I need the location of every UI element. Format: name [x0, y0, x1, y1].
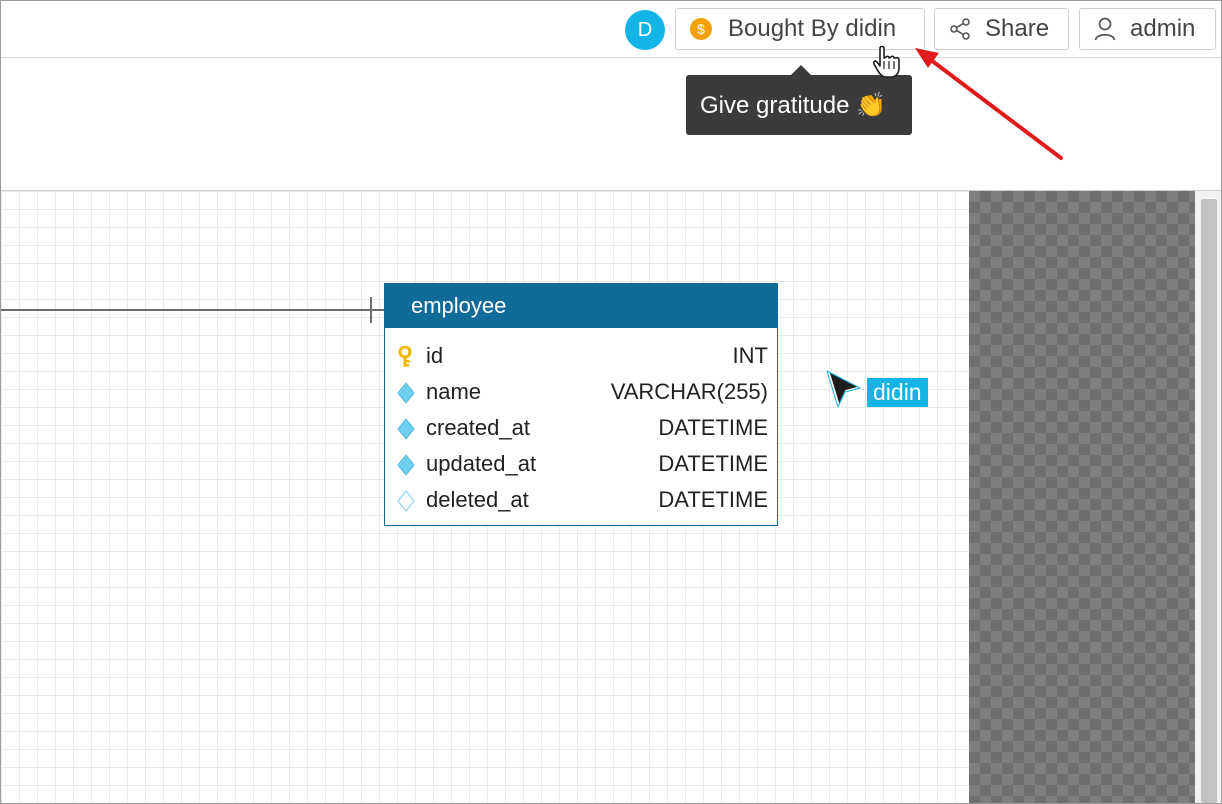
field-name: updated_at [426, 451, 537, 476]
share-icon [950, 18, 970, 40]
field-type: DATETIME [658, 487, 768, 512]
field-name: deleted_at [426, 487, 529, 512]
field-type: DATETIME [658, 415, 768, 440]
not-null-column-icon [397, 418, 415, 440]
collaborator-cursor-icon [826, 369, 862, 408]
share-label: Share [985, 15, 1050, 42]
gratitude-tooltip: Give gratitude 👏 [686, 75, 912, 135]
entity-header[interactable]: employee [385, 284, 777, 328]
tooltip-arrow [791, 65, 811, 75]
relationship-one-marker [370, 297, 372, 323]
not-null-column-icon [397, 454, 415, 476]
annotation-arrow-icon [915, 48, 1063, 160]
user-icon [1094, 17, 1116, 41]
app-window: D $ Bought By didin Share admin employee… [0, 0, 1222, 804]
entity-field[interactable]: updated_at DATETIME [385, 446, 777, 482]
entity-field[interactable]: deleted_at DATETIME [385, 482, 777, 518]
collaborator-name-label: didin [867, 378, 928, 407]
hand-pointer-icon [872, 45, 900, 78]
tooltip-text: Give gratitude 👏 [700, 91, 886, 119]
collaborator-avatar[interactable]: D [625, 10, 665, 50]
entity-name: employee [411, 293, 507, 318]
nullable-column-icon [397, 490, 415, 512]
field-name: id [426, 343, 444, 368]
bought-by-label: Bought By didin [728, 15, 897, 42]
avatar-initial: D [637, 18, 653, 41]
canvas-outside-area [969, 191, 1195, 803]
field-type: INT [732, 343, 768, 368]
entity-table[interactable]: employee id INT name VARCHAR(255) create… [384, 283, 778, 526]
user-menu-button[interactable]: admin [1079, 8, 1216, 50]
bought-by-button[interactable]: $ Bought By didin [675, 8, 925, 50]
field-name: created_at [426, 415, 530, 440]
primary-key-icon [398, 346, 412, 367]
coin-icon: $ [690, 18, 712, 40]
entity-field[interactable]: created_at DATETIME [385, 410, 777, 446]
entity-field[interactable]: id INT [385, 338, 777, 374]
scrollbar-thumb[interactable] [1201, 199, 1217, 803]
field-type: VARCHAR(255) [610, 379, 768, 404]
field-name: name [426, 379, 482, 404]
user-label: admin [1130, 15, 1196, 42]
entity-field[interactable]: name VARCHAR(255) [385, 374, 777, 410]
relationship-line[interactable] [1, 309, 384, 311]
not-null-column-icon [397, 382, 415, 404]
field-type: DATETIME [658, 451, 768, 476]
